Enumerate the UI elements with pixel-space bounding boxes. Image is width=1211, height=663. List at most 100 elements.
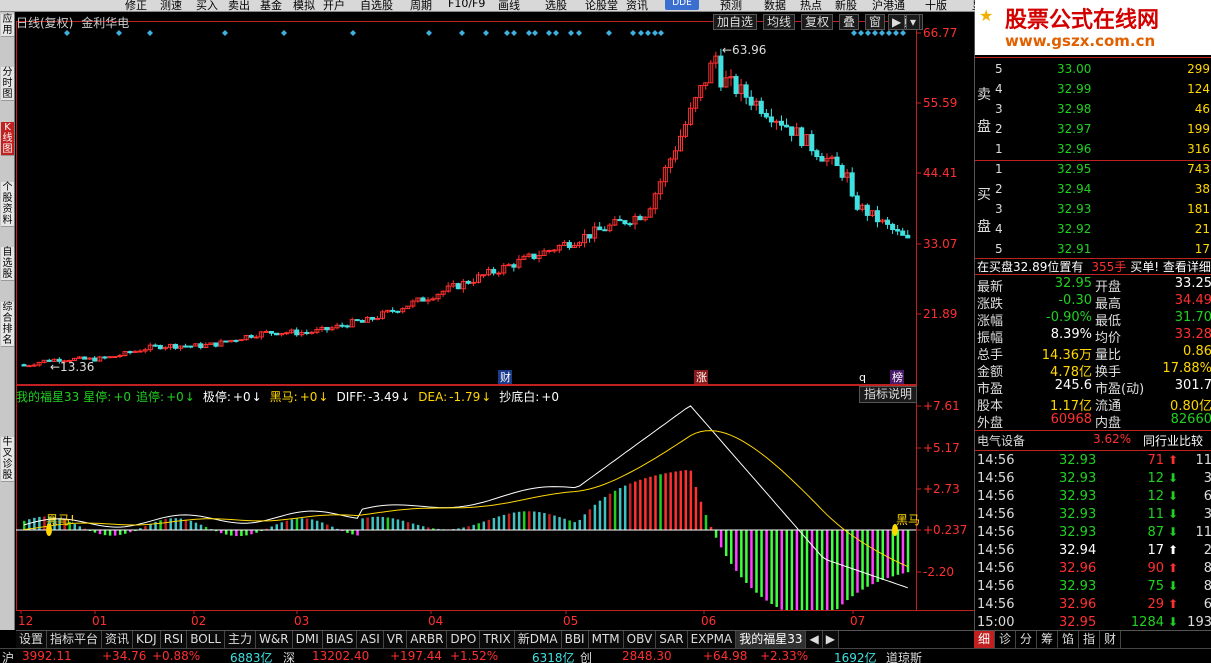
candle <box>890 222 896 235</box>
sector-name[interactable]: 电气设备 <box>977 432 1025 449</box>
indicator-tab[interactable]: BOLL <box>187 631 226 648</box>
toolbar-item[interactable]: 选股 <box>545 0 567 11</box>
buy-level-row[interactable]: 4 32.92 21 <box>975 219 1211 239</box>
indicator-tab[interactable]: BBI <box>561 631 589 648</box>
buy-level-row[interactable]: 2 32.94 38 <box>975 179 1211 199</box>
indicator-tab[interactable]: 新DMA <box>514 631 562 648</box>
left-tab[interactable]: 应用 <box>1 14 14 37</box>
indicator-tab[interactable]: VR <box>383 631 408 648</box>
right-panel-tab[interactable]: 分 <box>1016 631 1037 648</box>
sector-row[interactable]: 电气设备 3.62% 同行业比较 <box>977 432 1211 449</box>
indicator-tab[interactable]: DPO <box>447 631 481 648</box>
indicator-tab[interactable]: SAR <box>656 631 688 648</box>
chart-button[interactable]: 叠 <box>839 14 860 30</box>
toolbar-item[interactable]: F10/F9 <box>448 0 485 10</box>
indicator-tab[interactable]: ARBR <box>407 631 448 648</box>
buy-level-row[interactable]: 1 32.95 743 <box>975 159 1211 179</box>
sell-level-row[interactable]: 4 32.99 124 <box>975 79 1211 99</box>
chart-button[interactable]: 复权 <box>801 14 834 30</box>
toolbar-item[interactable]: 画线 <box>498 0 520 11</box>
right-panel-tab[interactable]: 诊 <box>995 631 1016 648</box>
indicator-tab[interactable]: TRIX <box>480 631 515 648</box>
notice-link[interactable]: 买单! 查看详细 <box>1130 260 1211 274</box>
indicator-tab[interactable]: ASI <box>357 631 384 648</box>
indicator-tab[interactable]: OBV <box>623 631 657 648</box>
indicator-tab[interactable]: 资讯 <box>102 631 134 648</box>
dde-badge[interactable]: DDE <box>665 0 699 10</box>
left-tab[interactable]: 自选股 <box>1 247 14 281</box>
chart-button[interactable]: 均线 <box>763 14 796 30</box>
macd-bar <box>124 530 127 534</box>
indicator-tab[interactable]: EXPMA <box>687 631 737 648</box>
right-panel-tab[interactable]: 馅 <box>1058 631 1079 648</box>
candle <box>763 109 769 119</box>
sector-compare-link[interactable]: 同行业比较 <box>1143 432 1203 449</box>
tab-scroll-right-icon[interactable]: ▶ <box>822 631 839 648</box>
toolbar-item[interactable]: 资讯 <box>626 0 648 11</box>
buy-level-row[interactable]: 5 32.91 17 <box>975 239 1211 259</box>
indicator-tab[interactable]: 主力 <box>225 631 257 648</box>
left-tab[interactable]: 分时图 <box>1 67 14 101</box>
toolbar-item[interactable]: 新股 <box>835 0 857 11</box>
tab-scroll-left-icon[interactable]: ◀ <box>806 631 823 648</box>
status-item: 1692亿 <box>834 651 877 663</box>
quote-row: 最新 32.95 开盘 33.25 <box>977 276 1211 295</box>
sell-level-row[interactable]: 5 33.00 299 <box>975 59 1211 79</box>
candle-body <box>324 326 330 331</box>
star-icon: ★ <box>979 6 994 25</box>
indicator-tab[interactable]: RSI <box>160 631 188 648</box>
toolbar-item[interactable]: 开户 <box>323 0 345 11</box>
right-panel-tab[interactable]: 指 <box>1079 631 1100 648</box>
indicator-explain-button[interactable]: 指标说明 <box>859 386 917 403</box>
chart-button[interactable]: 窗 <box>865 14 886 30</box>
macd-bar <box>644 478 647 530</box>
toolbar-item[interactable]: 基金 <box>260 0 282 11</box>
indicator-label: DEA: <box>418 390 448 404</box>
tick-time: 14:56 <box>977 489 1015 504</box>
toolbar-item[interactable]: 自选股 <box>360 0 393 11</box>
toolbar-item[interactable]: 论股堂 <box>585 0 618 11</box>
toolbar-item[interactable]: 预测 <box>720 0 742 11</box>
left-tab[interactable]: 牛叉诊股 <box>1 437 14 482</box>
bid-volume: 38 <box>1194 182 1210 196</box>
indicator-tab[interactable]: 指标平台 <box>47 631 103 648</box>
candle <box>733 73 739 98</box>
toolbar-item[interactable]: 热点 <box>800 0 822 11</box>
candle-body <box>809 134 815 152</box>
toolbar-item[interactable]: 十版 <box>925 0 947 11</box>
toolbar-item[interactable]: 沪港通 <box>872 0 905 11</box>
toolbar-item[interactable]: 买入 <box>196 0 218 11</box>
buy-level-row[interactable]: 3 32.93 181 <box>975 199 1211 219</box>
indicator-tab[interactable]: 我的福星33 <box>736 631 807 648</box>
big-order-notice[interactable]: 在买盘32.89位置有 355手 买单! 查看详细 <box>977 258 1211 275</box>
dropdown-icon[interactable]: ▾ <box>906 14 921 30</box>
left-tab[interactable]: 个股资料 <box>1 182 14 227</box>
sell-level-row[interactable]: 3 32.98 46 <box>975 99 1211 119</box>
chart-button[interactable]: 加自选 <box>713 14 758 30</box>
indicator-tab[interactable]: KDJ <box>133 631 161 648</box>
indicator-tab[interactable]: BIAS <box>322 631 358 648</box>
indicator-tab[interactable]: MTM <box>588 631 624 648</box>
toolbar-item[interactable]: 卖出 <box>228 0 250 11</box>
toolbar-item[interactable]: 测速 <box>160 0 182 11</box>
macd-bar <box>376 516 379 530</box>
event-marker: q <box>859 371 866 384</box>
left-tab[interactable]: 综合排名 <box>1 302 14 347</box>
toolbar-item[interactable]: 周期 <box>410 0 432 11</box>
sell-level-row[interactable]: 2 32.97 199 <box>975 119 1211 139</box>
play-icon[interactable]: ▶ <box>888 14 906 30</box>
indicator-tab[interactable]: DMI <box>292 631 323 648</box>
right-panel-tab[interactable]: 细 <box>974 631 995 648</box>
toolbar-item[interactable]: 数据 <box>764 0 786 11</box>
kline-chart[interactable]: 66.77 55.59 44.41 33.07 21.89 +7.61 +5.17 +2.73… <box>16 12 974 630</box>
right-panel-tab[interactable]: 筹 <box>1037 631 1058 648</box>
toolbar-item[interactable]: 修正 <box>125 0 147 11</box>
right-panel-tab[interactable]: 财 <box>1100 631 1121 648</box>
toolbar-item[interactable]: 模拟 <box>293 0 315 11</box>
sell-level-row[interactable]: 1 32.96 316 <box>975 139 1211 159</box>
indicator-tab[interactable]: W&R <box>256 631 293 648</box>
status-item: +34.76 <box>102 649 147 663</box>
macd-bar <box>623 485 627 530</box>
indicator-tab[interactable]: 设置 <box>16 631 48 648</box>
left-tab[interactable]: K线图 <box>1 122 14 156</box>
